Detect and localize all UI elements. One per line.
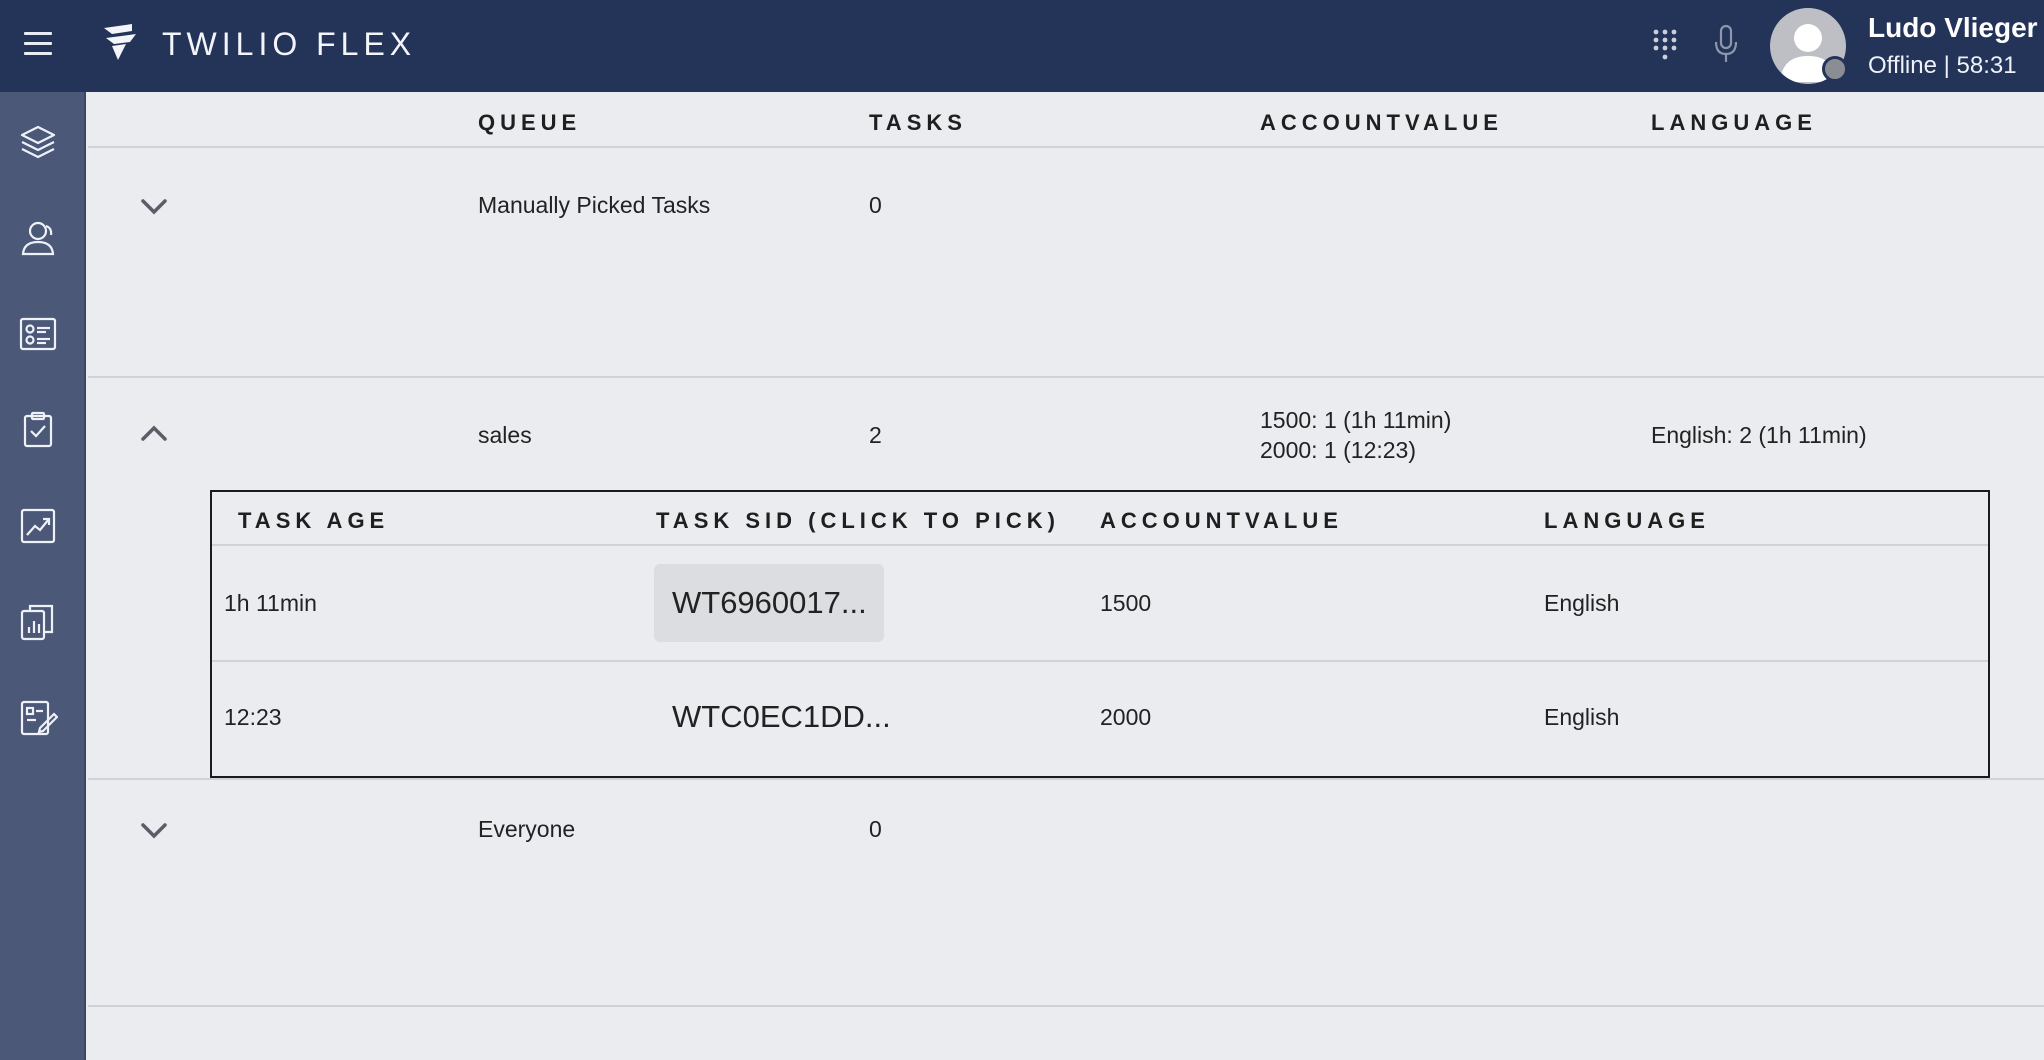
user-status[interactable]: Offline | 58:31 [1868, 52, 2017, 80]
reports-icon[interactable] [18, 602, 58, 642]
header-task-sid: TASK SID (CLICK TO PICK) [656, 508, 1060, 533]
queues-table: QUEUE TASKS ACCOUNTVALUE LANGUAGE Manual… [88, 92, 2044, 1060]
queue-accountvalue: 1500: 1 (1h 11min) [1260, 407, 1452, 433]
header-divider [88, 146, 2044, 148]
header-accountvalue: ACCOUNTVALUE [1100, 508, 1343, 533]
row-divider [88, 778, 2044, 780]
task-language: English [1544, 704, 1620, 730]
clipboard-check-icon[interactable] [18, 410, 58, 450]
microphone-icon[interactable] [1712, 24, 1740, 64]
menu-icon[interactable] [24, 32, 52, 56]
header-tasks[interactable]: TASKS [869, 110, 967, 136]
header-queue[interactable]: QUEUE [478, 110, 581, 136]
app-title: TWILIO FLEX [162, 26, 417, 62]
queue-name: sales [478, 422, 532, 448]
queue-name: Everyone [478, 816, 576, 842]
dialpad-icon[interactable] [1652, 28, 1678, 62]
subtable-header-divider [212, 544, 1988, 546]
sidebar [0, 92, 86, 1060]
agents-icon[interactable] [18, 218, 58, 258]
queue-task-count: 0 [869, 816, 882, 842]
edit-form-icon[interactable] [18, 698, 59, 738]
queue-name: Manually Picked Tasks [478, 192, 711, 218]
queue-accountvalue: 2000: 1 (12:23) [1260, 437, 1417, 463]
queue-task-count: 0 [869, 192, 882, 218]
task-accountvalue: 2000 [1100, 704, 1152, 730]
top-bar: TWILIO FLEX Ludo Vlieger Offline | 58:31 [0, 0, 2044, 92]
header-language[interactable]: LANGUAGE [1651, 110, 1817, 136]
trend-chart-icon[interactable] [18, 506, 58, 546]
queue-language: English: 2 (1h 11min) [1651, 422, 1867, 448]
row-divider [88, 1005, 2044, 1007]
layers-icon[interactable] [18, 122, 58, 162]
user-name: Ludo Vlieger [1868, 12, 2038, 43]
task-language: English [1544, 590, 1620, 616]
chevron-down-icon[interactable] [136, 818, 172, 842]
status-indicator [1822, 56, 1848, 82]
row-divider [88, 376, 2044, 378]
queue-task-count: 2 [869, 422, 882, 448]
task-sid-button[interactable]: WTC0EC1DD... [654, 678, 891, 756]
header-language: LANGUAGE [1544, 508, 1710, 533]
task-age: 12:23 [224, 704, 282, 730]
header-task-age: TASK AGE [238, 508, 390, 533]
twilio-flex-logo [104, 24, 136, 60]
tasks-subtable: TASK AGE TASK SID (CLICK TO PICK) ACCOUN… [210, 490, 1990, 778]
task-age: 1h 11min [224, 590, 317, 616]
chevron-down-icon[interactable] [136, 194, 172, 218]
header-accountvalue[interactable]: ACCOUNTVALUE [1260, 110, 1503, 136]
task-sid-button[interactable]: WT6960017... [654, 564, 884, 642]
subtable-row-divider [212, 660, 1988, 662]
task-accountvalue: 1500 [1100, 590, 1152, 616]
chevron-up-icon[interactable] [136, 422, 172, 446]
contact-card-icon[interactable] [18, 314, 58, 354]
